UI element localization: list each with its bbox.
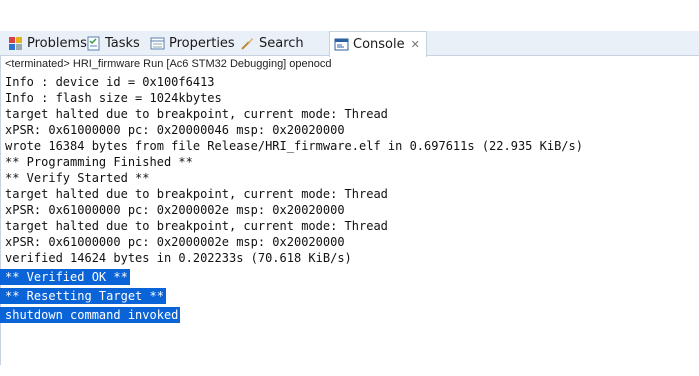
console-line: wrote 16384 bytes from file Release/HRI_…	[5, 139, 583, 153]
tab-search[interactable]: Search	[240, 31, 304, 55]
properties-icon	[150, 36, 165, 51]
console-line: xPSR: 0x61000000 pc: 0x20000046 msp: 0x2…	[5, 123, 345, 137]
selected-console-line: ** Resetting Target **	[0, 288, 166, 304]
close-icon[interactable]: ✕	[411, 38, 420, 51]
tab-properties[interactable]: Properties	[150, 31, 235, 55]
console-line: target halted due to breakpoint, current…	[5, 219, 388, 233]
search-icon	[240, 36, 255, 51]
console-line: Info : device id = 0x100f6413	[5, 75, 215, 89]
console-line: target halted due to breakpoint, current…	[5, 187, 388, 201]
console-line: target halted due to breakpoint, current…	[5, 107, 388, 121]
console-icon	[334, 37, 349, 52]
console-line: Info : flash size = 1024kbytes	[5, 91, 222, 105]
console-line: xPSR: 0x61000000 pc: 0x2000002e msp: 0x2…	[5, 203, 345, 217]
tab-problems[interactable]: Problems	[8, 31, 87, 55]
tasks-icon	[86, 36, 101, 51]
console-line: xPSR: 0x61000000 pc: 0x2000002e msp: 0x2…	[5, 235, 345, 249]
tab-tasks[interactable]: Tasks	[86, 31, 140, 55]
selected-console-line: ** Verified OK **	[0, 269, 130, 285]
console-output[interactable]: Info : device id = 0x100f6413 Info : fla…	[0, 74, 699, 323]
console-line: ** Programming Finished **	[5, 155, 193, 169]
tab-console[interactable]: Console ✕	[329, 31, 427, 57]
selected-console-line: shutdown command invoked	[0, 307, 181, 323]
top-blank-area	[0, 0, 699, 28]
console-status-line: <terminated> HRI_firmware Run [Ac6 STM32…	[5, 58, 332, 70]
console-line: verified 14624 bytes in 0.202233s (70.61…	[5, 251, 352, 265]
view-tab-bar: Problems Tasks Properties Search Console…	[0, 31, 699, 57]
console-line: ** Verify Started **	[5, 171, 150, 185]
problems-icon	[8, 36, 23, 51]
